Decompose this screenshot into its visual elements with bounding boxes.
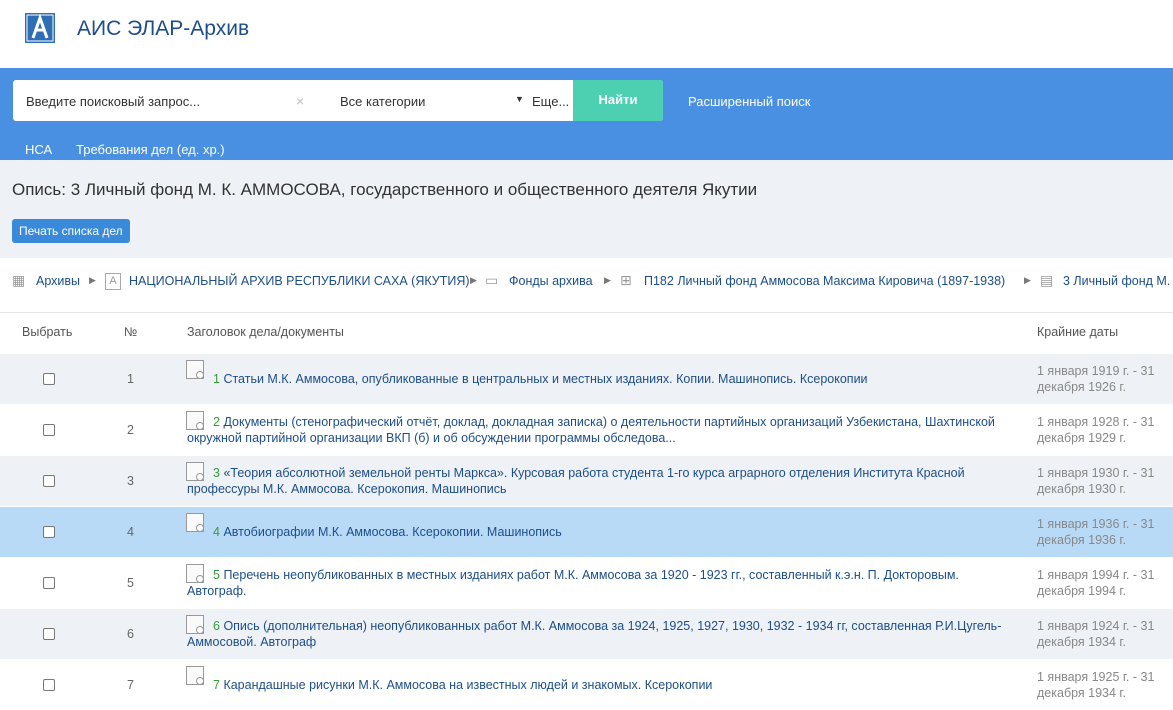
nav-item-nsa[interactable]: НСА [25,142,52,157]
case-number: 2 [213,415,220,429]
breadcrumb-fund[interactable]: П182 Личный фонд Аммосова Максима Кирови… [644,274,1005,288]
case-title[interactable]: Карандашные рисунки М.К. Аммосова на изв… [223,678,712,692]
case-dates: 1 января 1919 г. - 31 декабря 1926 г. [1037,364,1155,394]
header-title: Заголовок дела/документы [187,325,344,339]
case-title[interactable]: Документы (стенографический отчёт, докла… [187,415,995,445]
case-dates: 1 января 1925 г. - 31 декабря 1934 г. [1037,670,1155,700]
category-select[interactable]: Все категории [340,94,425,109]
search-bar: Введите поисковый запрос... × Все катего… [0,68,1173,160]
chevron-right-icon: ▶ [1024,275,1031,285]
case-dates: 1 января 1924 г. - 31 декабря 1934 г. [1037,619,1155,649]
page-title: Опись: 3 Личный фонд М. К. АММОСОВА, гос… [12,180,758,199]
breadcrumb-funds[interactable]: Фонды архива [509,274,593,288]
row-checkbox[interactable] [43,373,55,385]
case-title[interactable]: Перечень неопубликованных в местных изда… [187,568,959,598]
row-checkbox[interactable] [43,526,55,538]
breadcrumb: ▦ Архивы ▶ A НАЦИОНАЛЬНЫЙ АРХИВ РЕСПУБЛИ… [0,258,1173,313]
row-number: 1 [127,372,134,386]
case-number: 7 [213,678,220,692]
table-row[interactable]: 7 7 Карандашные рисунки М.К. Аммосова на… [0,659,1173,710]
row-number: 2 [127,423,134,437]
logo-icon[interactable] [25,13,55,43]
table-body: 1 1 Статьи М.К. Аммосова, опубликованные… [0,353,1173,710]
header-select: Выбрать [22,325,73,339]
case-title[interactable]: Автобиографии М.К. Аммосова. Ксерокопии.… [223,525,561,539]
caret-down-icon[interactable]: ▼ [515,94,524,104]
table-row[interactable]: 1 1 Статьи М.К. Аммосова, опубликованные… [0,353,1173,404]
chevron-right-icon: ▶ [470,275,477,285]
more-options[interactable]: Еще... [532,94,569,109]
row-number: 7 [127,678,134,692]
row-number: 5 [127,576,134,590]
page-header: Опись: 3 Личный фонд М. К. АММОСОВА, гос… [0,160,1173,258]
case-number: 1 [213,372,220,386]
clear-icon[interactable]: × [296,93,304,109]
advanced-search-link[interactable]: Расширенный поиск [688,94,810,109]
row-number: 6 [127,627,134,641]
row-checkbox[interactable] [43,628,55,640]
row-number: 3 [127,474,134,488]
case-title-link[interactable]: 7 Карандашные рисунки М.К. Аммосова на и… [187,677,1017,693]
case-dates: 1 января 1936 г. - 31 декабря 1936 г. [1037,517,1155,547]
print-list-button[interactable]: Печать списка дел [12,219,130,243]
row-number: 4 [127,525,134,539]
search-input[interactable]: Введите поисковый запрос... [26,94,200,109]
row-checkbox[interactable] [43,475,55,487]
chevron-right-icon: ▶ [89,275,96,285]
app-title[interactable]: АИС ЭЛАР-Архив [77,17,249,41]
table-row[interactable]: 2 2 Документы (стенографический отчёт, д… [0,404,1173,455]
case-number: 4 [213,525,220,539]
case-number: 5 [213,568,220,582]
case-dates: 1 января 1930 г. - 31 декабря 1930 г. [1037,466,1155,496]
row-checkbox[interactable] [43,424,55,436]
case-title-link[interactable]: 4 Автобиографии М.К. Аммосова. Ксерокопи… [187,524,1017,540]
grid-icon: ⊞ [620,272,632,288]
chevron-right-icon: ▶ [604,275,611,285]
building-icon: ▦ [12,272,26,288]
table-header: Выбрать № Заголовок дела/документы Крайн… [0,313,1173,353]
table-row[interactable]: 6 6 Опись (дополнительная) неопубликован… [0,608,1173,659]
find-button[interactable]: Найти [573,80,663,121]
table-row[interactable]: 5 5 Перечень неопубликованных в местных … [0,557,1173,608]
case-title-link[interactable]: 2 Документы (стенографический отчёт, док… [187,414,1017,446]
row-checkbox[interactable] [43,679,55,691]
case-title-link[interactable]: 5 Перечень неопубликованных в местных из… [187,567,1017,599]
archive-a-icon: A [105,273,121,290]
case-title[interactable]: «Теория абсолютной земельной ренты Маркс… [187,466,965,496]
table-row[interactable]: 3 3 «Теория абсолютной земельной ренты М… [0,455,1173,506]
drawer-icon: ▭ [485,272,499,288]
case-number: 6 [213,619,220,633]
breadcrumb-inventory[interactable]: 3 Личный фонд М. [1063,274,1170,288]
table-row-selected[interactable]: 4 4 Автобиографии М.К. Аммосова. Ксероко… [0,506,1173,557]
case-title[interactable]: Статьи М.К. Аммосова, опубликованные в ц… [223,372,867,386]
case-title-link[interactable]: 6 Опись (дополнительная) неопубликованны… [187,618,1017,650]
header-num: № [124,325,138,339]
case-title-link[interactable]: 3 «Теория абсолютной земельной ренты Мар… [187,465,1017,497]
nav-item-requests[interactable]: Требования дел (ед. хр.) [76,142,225,157]
breadcrumb-archive[interactable]: НАЦИОНАЛЬНЫЙ АРХИВ РЕСПУБЛИКИ САХА (ЯКУТ… [129,274,470,288]
search-box: Введите поисковый запрос... × Все катего… [13,80,663,121]
case-dates: 1 января 1994 г. - 31 декабря 1994 г. [1037,568,1155,598]
header-dates: Крайние даты [1037,325,1119,339]
case-title-link[interactable]: 1 Статьи М.К. Аммосова, опубликованные в… [187,371,1017,387]
case-dates: 1 января 1928 г. - 31 декабря 1929 г. [1037,415,1155,445]
breadcrumb-archives[interactable]: Архивы [36,274,80,288]
case-title[interactable]: Опись (дополнительная) неопубликованных … [187,619,1001,649]
case-number: 3 [213,466,220,480]
row-checkbox[interactable] [43,577,55,589]
top-bar: АИС ЭЛАР-Архив [0,0,1173,68]
inventory-icon: ▤ [1040,272,1054,288]
